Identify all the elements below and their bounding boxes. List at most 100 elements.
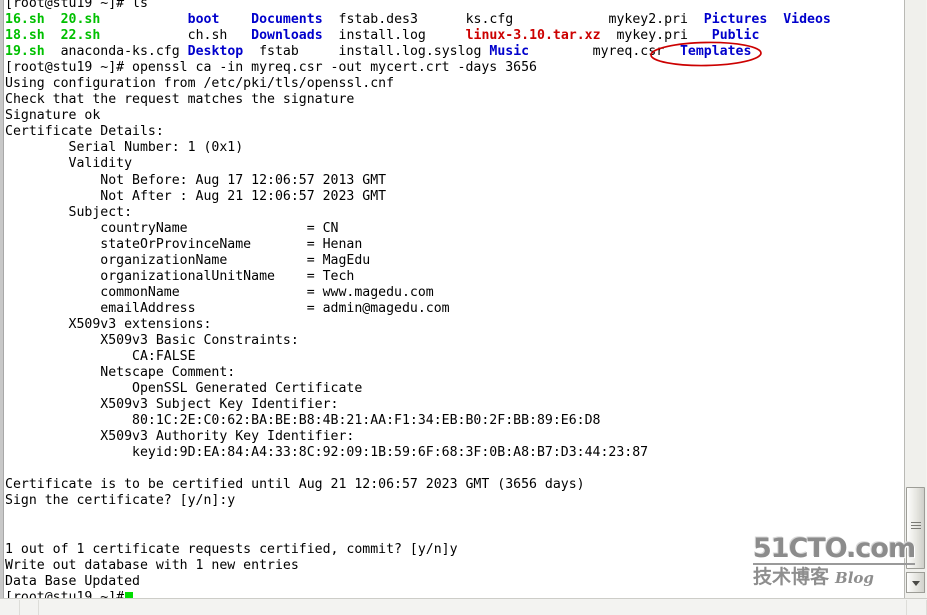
terminal-line-authority-key-value: keyid:9D:EA:84:A4:33:8C:92:09:1B:59:6F:6… bbox=[0, 445, 905, 461]
file-fstab: fstab bbox=[259, 44, 299, 60]
terminal-line-blank-2 bbox=[0, 510, 905, 526]
terminal-line-ls-row-3: 19.sh anaconda-ks.cfg Desktop fstab inst… bbox=[0, 44, 905, 60]
terminal-line-blank-3 bbox=[0, 526, 905, 542]
terminal-line-organization: organizationName = MagEdu bbox=[0, 253, 905, 269]
not-before-text: Not Before: Aug 17 12:06:57 2013 GMT bbox=[5, 172, 387, 188]
openssl-generated-text: OpenSSL Generated Certificate bbox=[5, 381, 363, 397]
status-segment-4 bbox=[907, 599, 927, 615]
file-ks-cfg: ks.cfg bbox=[465, 12, 514, 28]
terminal-line-basic-constraints: X509v3 Basic Constraints: bbox=[0, 333, 905, 349]
terminal-line-subject-key-value: 80:1C:2E:C0:62:BA:BE:B8:4B:21:AA:F1:34:E… bbox=[0, 413, 905, 429]
dir-templates: Templates bbox=[679, 44, 752, 60]
dir-pictures: Pictures bbox=[703, 12, 768, 28]
using-config-text: Using configuration from /etc/pki/tls/op… bbox=[5, 76, 395, 92]
status-segment-2 bbox=[20, 599, 40, 615]
certified-until-text: Certificate is to be certified until Aug… bbox=[5, 477, 585, 493]
ls-command-text: [root@stu19 ~]# ls bbox=[5, 0, 148, 11]
terminal-line-authority-key-identifier: X509v3 Authority Key Identifier: bbox=[0, 429, 905, 445]
terminal-line-country-name: countryName = CN bbox=[0, 221, 905, 237]
subject-key-identifier-text: X509v3 Subject Key Identifier: bbox=[5, 397, 339, 413]
check-request-text: Check that the request matches the signa… bbox=[5, 92, 355, 108]
file-fstab-des3: fstab.des3 bbox=[338, 12, 418, 28]
status-bar bbox=[0, 598, 927, 615]
terminal-line-subject: Subject: bbox=[0, 205, 905, 221]
final-prompt-text: [root@stu19 ~]# bbox=[5, 589, 125, 598]
file-22-sh: 22.sh bbox=[60, 28, 101, 44]
terminal-line-openssl-command: [root@stu19 ~]# openssl ca -in myreq.csr… bbox=[0, 60, 905, 76]
organization-text: organizationName = MagEdu bbox=[5, 252, 371, 268]
terminal-line-ls-row-2: 18.sh 22.sh ch.sh Downloads install.log … bbox=[0, 28, 905, 44]
terminal-line-x509v3-extensions: X509v3 extensions: bbox=[0, 317, 905, 333]
dir-documents: Documents bbox=[251, 12, 323, 28]
dir-music: Music bbox=[489, 44, 530, 60]
terminal-line-validity: Validity bbox=[0, 156, 905, 172]
terminal-line-signature-ok: Signature ok bbox=[0, 108, 905, 124]
scrollbar-thumb[interactable] bbox=[906, 487, 925, 569]
authority-key-value-text: keyid:9D:EA:84:A4:33:8C:92:09:1B:59:6F:6… bbox=[5, 445, 649, 461]
status-segment-3 bbox=[888, 599, 908, 615]
file-mykey-pri: mykey.pri bbox=[616, 28, 688, 44]
terminal-line-netscape-comment: Netscape Comment: bbox=[0, 365, 905, 381]
status-segment-1 bbox=[0, 599, 20, 615]
terminal-output-area[interactable]: [root@stu19 ~]# ls 16.sh 20.sh boot Docu… bbox=[0, 0, 905, 598]
terminal-line-final-prompt: [root@stu19 ~]# bbox=[0, 590, 905, 598]
not-after-text: Not After : Aug 21 12:06:57 2023 GMT bbox=[5, 188, 387, 204]
file-mykey2-pri: mykey2.pri bbox=[608, 12, 688, 28]
terminal-line-sign-certificate-prompt: Sign the certificate? [y/n]:y bbox=[0, 493, 905, 509]
file-install-log: install.log bbox=[338, 28, 426, 44]
terminal-line-ls-command: [root@stu19 ~]# ls bbox=[0, 0, 905, 12]
authority-key-identifier-text: X509v3 Authority Key Identifier: bbox=[5, 429, 355, 445]
terminal-line-not-before: Not Before: Aug 17 12:06:57 2013 GMT bbox=[0, 173, 905, 189]
sign-certificate-text: Sign the certificate? [y/n]:y bbox=[5, 493, 236, 509]
signature-ok-text: Signature ok bbox=[5, 108, 101, 124]
file-linux-tar-xz: linux-3.10.tar.xz bbox=[465, 28, 601, 44]
terminal-line-email-address: emailAddress = admin@magedu.com bbox=[0, 301, 905, 317]
dir-boot: boot bbox=[187, 12, 220, 28]
terminal-line-certificate-details: Certificate Details: bbox=[0, 124, 905, 140]
vertical-scrollbar[interactable] bbox=[904, 0, 927, 598]
terminal-line-ls-row-1: 16.sh 20.sh boot Documents fstab.des3 ks… bbox=[0, 12, 905, 28]
write-database-text: Write out database with 1 new entries bbox=[5, 557, 299, 573]
file-18-sh: 18.sh bbox=[5, 28, 45, 44]
openssl-command-text: [root@stu19 ~]# openssl ca -in myreq.csr… bbox=[5, 60, 537, 76]
subject-text: Subject: bbox=[5, 204, 133, 220]
dir-downloads: Downloads bbox=[251, 28, 323, 44]
file-16-sh: 16.sh bbox=[5, 12, 45, 28]
terminal-line-blank-1 bbox=[0, 461, 905, 477]
commit-prompt-text: 1 out of 1 certificate requests certifie… bbox=[5, 541, 458, 557]
chevron-down-icon bbox=[912, 581, 920, 586]
terminal-line-organizational-unit: organizationalUnitName = Tech bbox=[0, 269, 905, 285]
terminal-line-check-request: Check that the request matches the signa… bbox=[0, 92, 905, 108]
basic-constraints-text: X509v3 Basic Constraints: bbox=[5, 332, 299, 348]
email-address-text: emailAddress = admin@magedu.com bbox=[5, 300, 450, 316]
validity-text: Validity bbox=[5, 156, 133, 172]
common-name-text: commonName = www.magedu.com bbox=[5, 284, 434, 300]
file-myreq-csr: myreq.csr bbox=[592, 44, 665, 60]
subject-key-value-text: 80:1C:2E:C0:62:BA:BE:B8:4B:21:AA:F1:34:E… bbox=[5, 413, 601, 429]
terminal-line-common-name: commonName = www.magedu.com bbox=[0, 285, 905, 301]
scrollbar-down-button[interactable] bbox=[906, 572, 925, 593]
terminal-line-using-config: Using configuration from /etc/pki/tls/op… bbox=[0, 76, 905, 92]
file-ch-sh: ch.sh bbox=[187, 28, 228, 44]
file-install-log-syslog: install.log.syslog bbox=[338, 44, 482, 60]
file-anaconda-ks-cfg: anaconda-ks.cfg bbox=[60, 44, 180, 60]
netscape-comment-text: Netscape Comment: bbox=[5, 365, 236, 381]
certificate-details-text: Certificate Details: bbox=[5, 124, 164, 140]
terminal-line-state-province: stateOrProvinceName = Henan bbox=[0, 237, 905, 253]
database-updated-text: Data Base Updated bbox=[5, 573, 140, 589]
